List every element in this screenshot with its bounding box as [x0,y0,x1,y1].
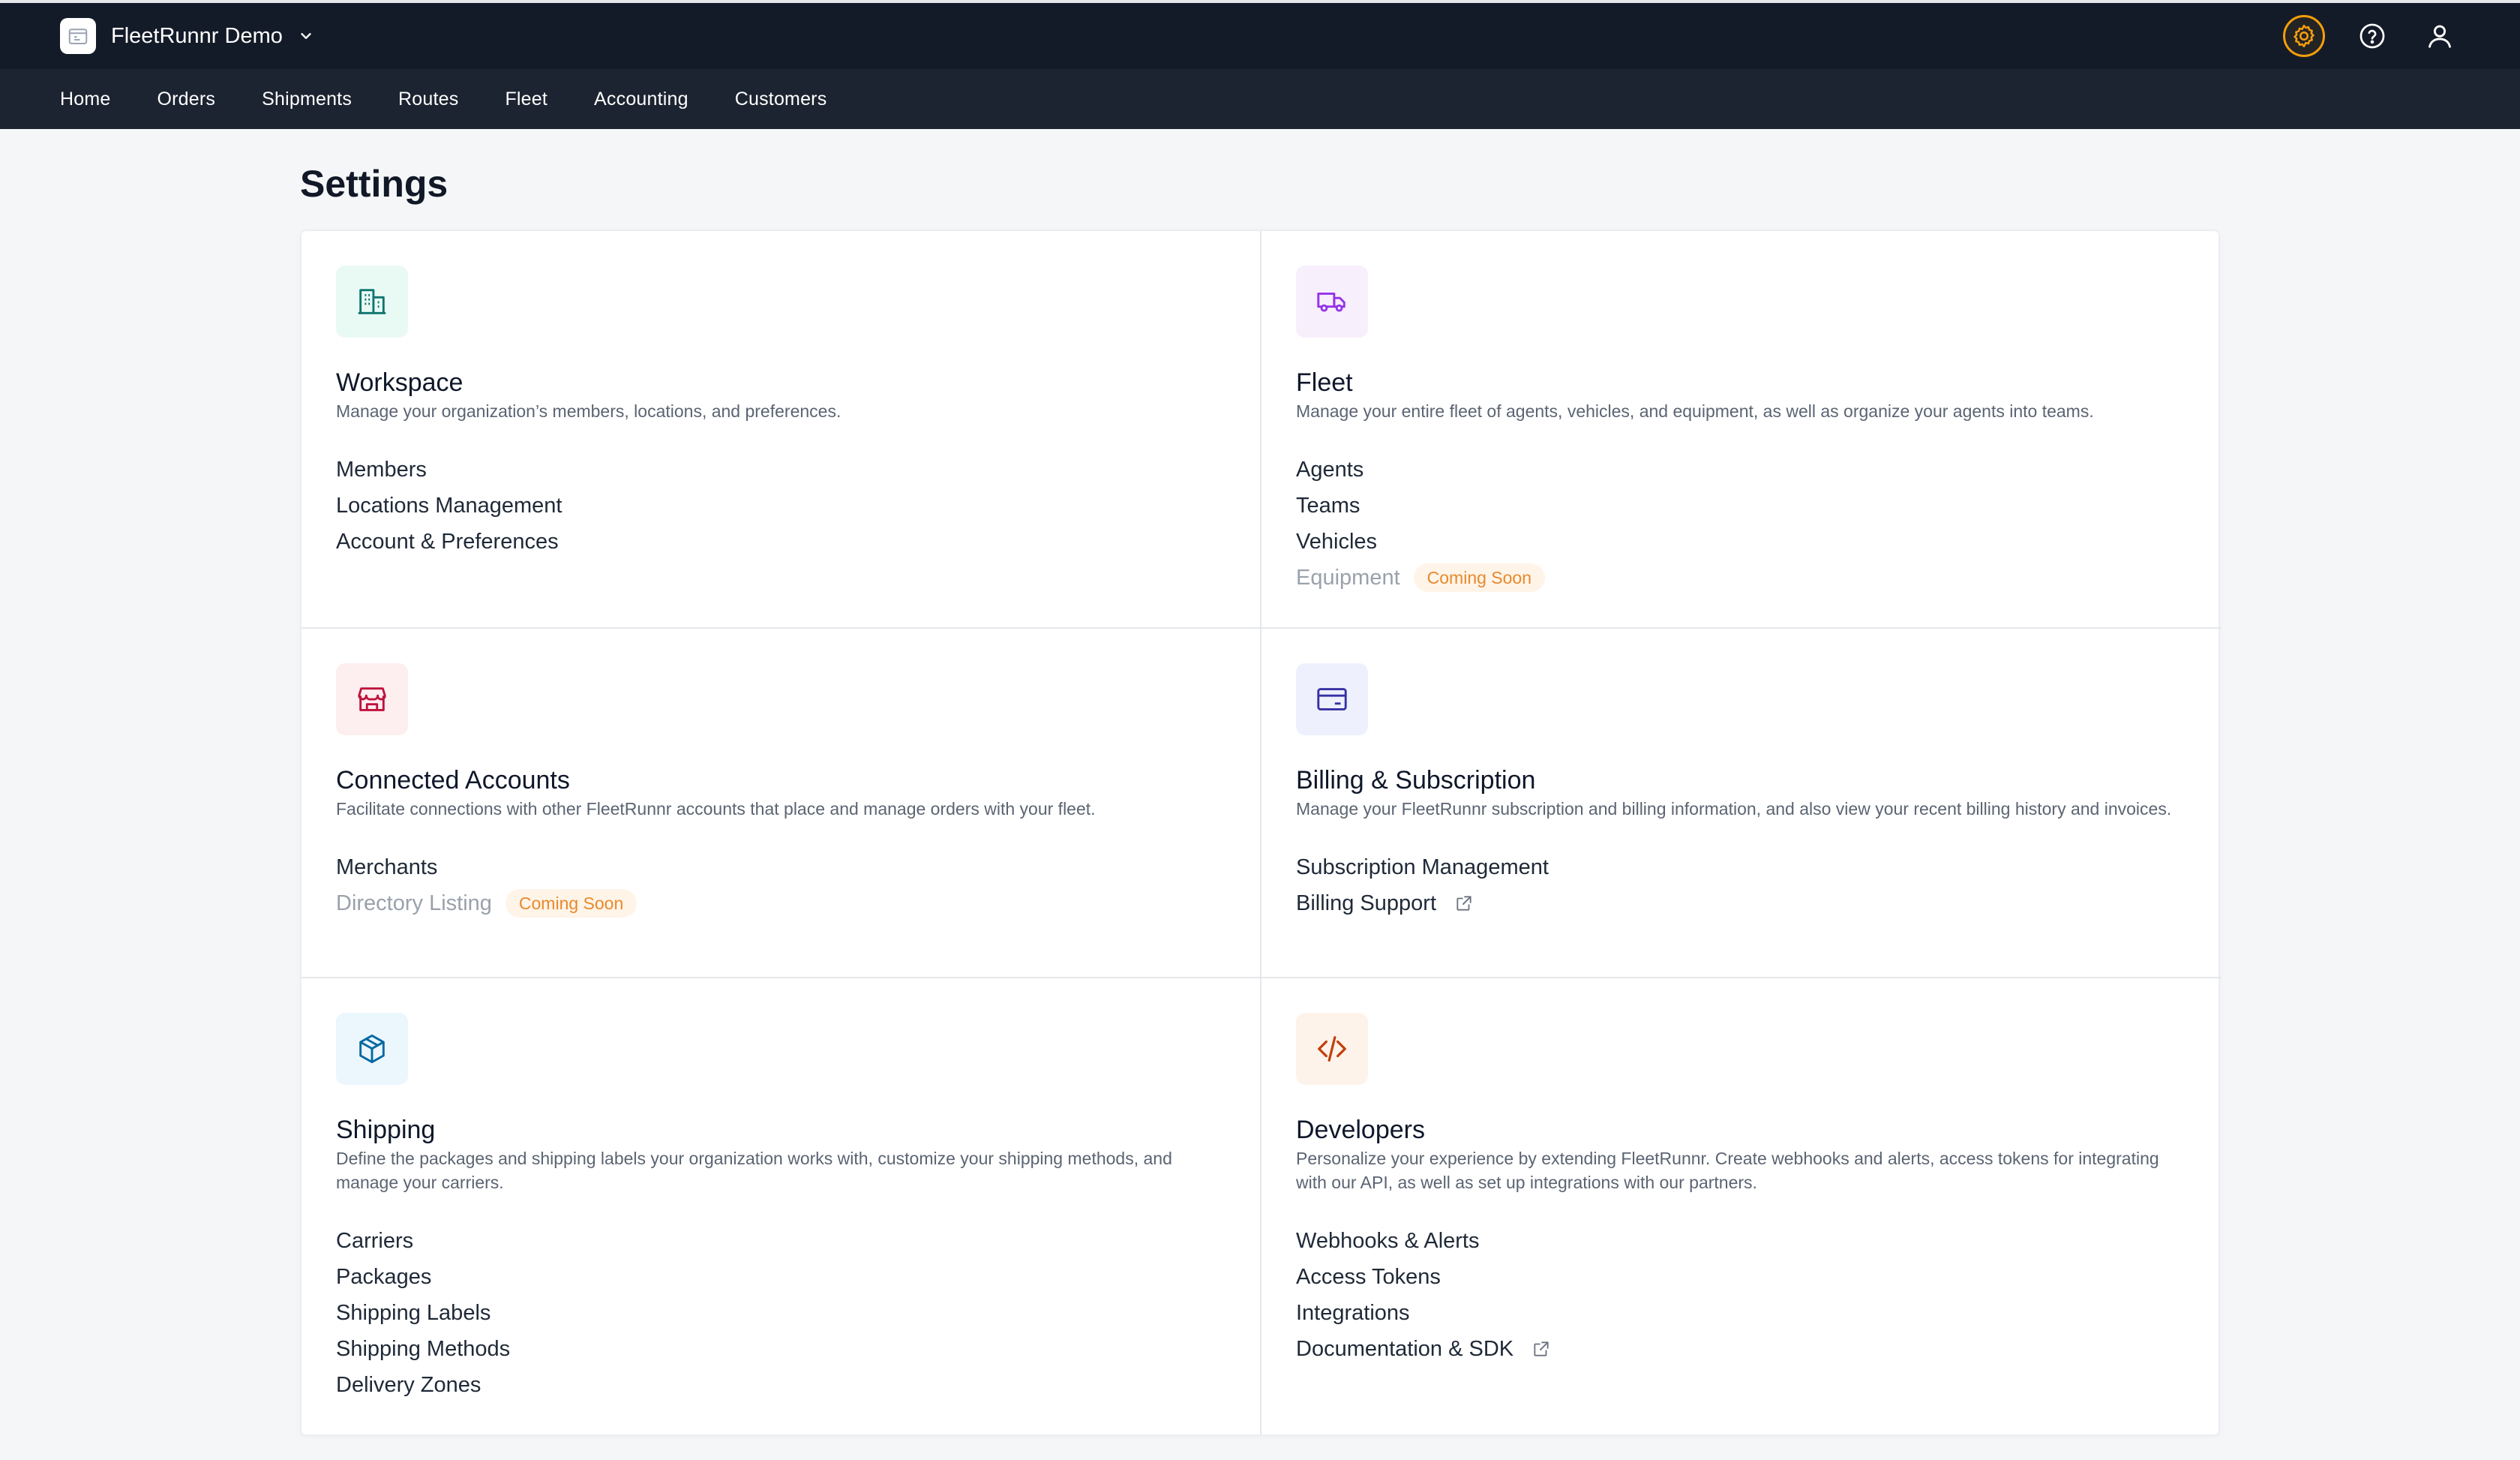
link-billing-support[interactable]: Billing Support [1296,885,1474,921]
package-icon [336,1013,408,1085]
link-teams[interactable]: Teams [1296,488,1360,524]
section-links: Subscription Management Billing Support [1296,849,2187,921]
nav-orders[interactable]: Orders [143,89,230,110]
external-link-icon [1454,894,1474,913]
section-links: Carriers Packages Shipping Labels Shippi… [336,1223,1226,1403]
nav-home[interactable]: Home [46,89,125,110]
section-links: Merchants Directory Listing Coming Soon [336,849,1226,921]
section-links: Webhooks & Alerts Access Tokens Integrat… [1296,1223,2187,1367]
link-documentation-sdk[interactable]: Documentation & SDK [1296,1331,1551,1367]
link-integrations[interactable]: Integrations [1296,1295,1410,1331]
org-switcher[interactable]: FleetRunnr Demo [60,18,314,54]
section-title: Developers [1296,1116,1425,1144]
link-merchants[interactable]: Merchants [336,849,437,885]
link-label: Billing Support [1296,891,1436,915]
section-title: Fleet [1296,368,1353,397]
link-shipping-labels[interactable]: Shipping Labels [336,1295,490,1331]
section-fleet: Fleet Manage your entire fleet of agents… [1262,231,2222,627]
org-name: FleetRunnr Demo [111,23,283,48]
section-description: Define the packages and shipping labels … [336,1149,1172,1192]
coming-soon-badge: Coming Soon [505,889,638,918]
section-connected-accounts: Connected Accounts Facilitate connection… [302,627,1262,977]
nav-shipments[interactable]: Shipments [248,89,366,110]
settings-grid: Workspace Manage your organization’s mem… [300,230,2222,1436]
link-webhooks-alerts[interactable]: Webhooks & Alerts [1296,1223,1479,1259]
settings-gear-icon[interactable] [2283,15,2325,57]
nav-accounting[interactable]: Accounting [580,89,703,110]
link-access-tokens[interactable]: Access Tokens [1296,1259,1441,1295]
section-title: Workspace [336,368,464,397]
nav-customers[interactable]: Customers [721,89,842,110]
section-description: Manage your entire fleet of agents, vehi… [1296,401,2094,421]
section-links: Members Locations Management Account & P… [336,452,1226,560]
link-label: Documentation & SDK [1296,1337,1514,1361]
nav-fleet[interactable]: Fleet [490,89,562,110]
external-link-icon [1532,1339,1551,1359]
link-carriers[interactable]: Carriers [336,1223,413,1259]
top-actions [2283,15,2460,57]
nav-routes[interactable]: Routes [384,89,472,110]
link-equipment: Equipment Coming Soon [1296,560,1546,596]
section-description: Facilitate connections with other FleetR… [336,799,1096,819]
section-billing: Billing & Subscription Manage your Fleet… [1262,627,2222,977]
section-title: Connected Accounts [336,766,570,795]
link-agents[interactable]: Agents [1296,452,1364,488]
link-directory-listing: Directory Listing Coming Soon [336,885,638,921]
link-packages[interactable]: Packages [336,1259,431,1295]
storefront-icon [336,663,408,735]
link-label: Directory Listing [336,891,492,915]
link-subscription-management[interactable]: Subscription Management [1296,849,1549,885]
section-description: Manage your organization’s members, loca… [336,401,842,421]
org-logo-icon [60,18,96,54]
section-links: Agents Teams Vehicles Equipment Coming S… [1296,452,2187,596]
main-nav: Home Orders Shipments Routes Fleet Accou… [0,69,2520,129]
section-workspace: Workspace Manage your organization’s mem… [302,231,1262,627]
link-locations-management[interactable]: Locations Management [336,488,562,524]
link-vehicles[interactable]: Vehicles [1296,524,1377,560]
help-icon[interactable] [2352,16,2392,56]
section-description: Personalize your experience by extending… [1296,1149,2159,1192]
section-developers: Developers Personalize your experience b… [1262,977,2222,1434]
section-title: Billing & Subscription [1296,766,1536,795]
credit-card-icon [1296,663,1368,735]
top-bar: FleetRunnr Demo [0,0,2520,69]
user-profile-icon[interactable] [2420,16,2460,56]
section-description: Manage your FleetRunnr subscription and … [1296,799,2172,819]
link-delivery-zones[interactable]: Delivery Zones [336,1367,481,1403]
building-icon [336,266,408,338]
link-account-preferences[interactable]: Account & Preferences [336,524,559,560]
chevron-down-icon [298,28,314,44]
link-label: Equipment [1296,566,1400,590]
section-title: Shipping [336,1116,436,1144]
link-members[interactable]: Members [336,452,427,488]
truck-icon [1296,266,1368,338]
main-content: Settings Workspace Manage your organizat… [0,129,2520,1436]
code-icon [1296,1013,1368,1085]
link-shipping-methods[interactable]: Shipping Methods [336,1331,510,1367]
page-title: Settings [300,163,448,205]
coming-soon-badge: Coming Soon [1413,563,1546,592]
section-shipping: Shipping Define the packages and shippin… [302,977,1262,1434]
